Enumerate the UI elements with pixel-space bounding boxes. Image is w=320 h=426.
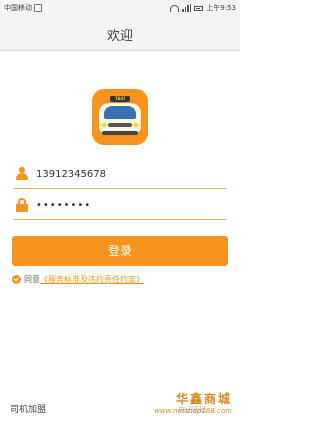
lock-icon — [16, 198, 28, 212]
status-right: 上午9:53 — [170, 3, 236, 13]
password-field-row — [14, 191, 226, 220]
headlight-right — [133, 123, 139, 127]
app-logo: TAXI — [92, 89, 148, 145]
login-button[interactable]: 登录 — [12, 236, 228, 266]
car-bumper — [102, 131, 138, 135]
agreement-prefix: 同意 — [24, 274, 40, 284]
signal-icon — [182, 4, 192, 12]
battery-icon — [194, 5, 204, 11]
status-left: 中国移动 — [4, 3, 42, 13]
forgot-password-link[interactable]: 忘记密码 — [178, 405, 206, 415]
phone-input[interactable] — [36, 165, 221, 183]
car-grille — [108, 123, 132, 127]
carrier-name: 中国移动 — [4, 4, 32, 12]
agreement-row: 同意 《服务标准及违约责任约定》 — [12, 272, 232, 286]
password-input[interactable] — [36, 196, 221, 214]
status-time: 上午9:53 — [206, 4, 236, 12]
sim-icon — [34, 4, 42, 12]
car-windshield — [104, 106, 136, 119]
status-bar: 中国移动 上午9:53 — [0, 0, 240, 16]
phone-field-row — [14, 160, 226, 189]
headlight-left — [101, 123, 107, 127]
wifi-icon — [170, 4, 180, 12]
title-bar: 欢迎 — [0, 16, 240, 51]
driver-join-link[interactable]: 司机加盟 — [10, 402, 46, 415]
user-icon — [16, 167, 28, 181]
page-title: 欢迎 — [106, 29, 133, 44]
agreement-link[interactable]: 《服务标准及违约责任约定》 — [40, 274, 144, 285]
checkbox-checked-icon[interactable] — [12, 274, 21, 284]
taxi-sign: TAXI — [110, 96, 130, 102]
